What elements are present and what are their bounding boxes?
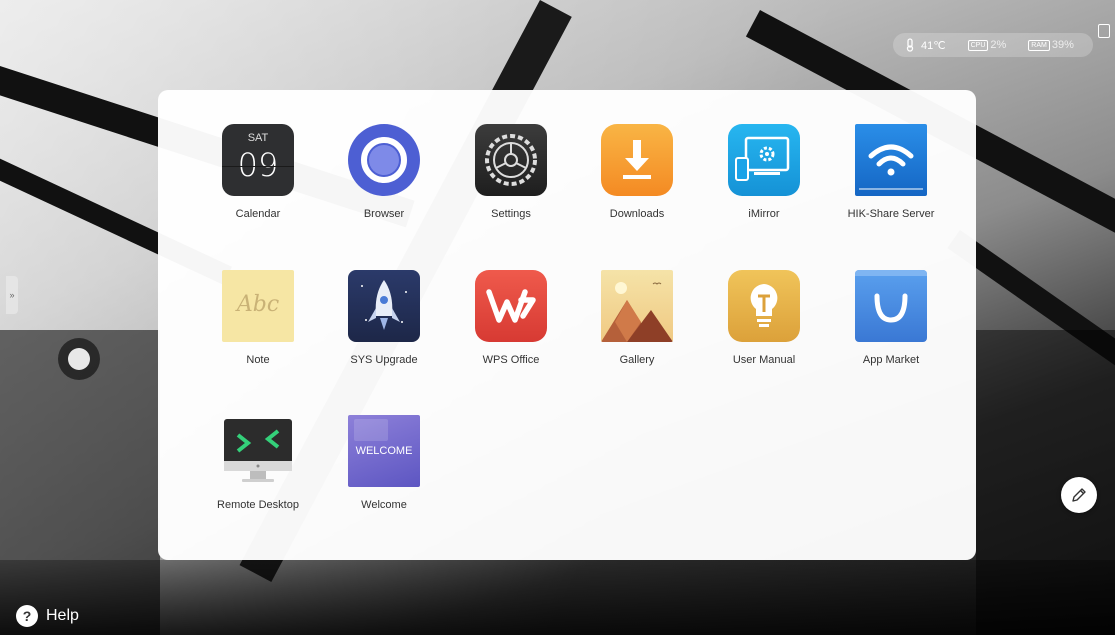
app-label: HIK-Share Server bbox=[847, 208, 935, 220]
app-browser[interactable]: Browser bbox=[321, 124, 447, 220]
lightbulb-icon bbox=[728, 270, 800, 342]
temperature-readout: 41℃ bbox=[905, 38, 946, 52]
thermometer-icon bbox=[906, 38, 914, 52]
app-imirror[interactable]: iMirror bbox=[701, 124, 827, 220]
app-welcome[interactable]: WELCOME Welcome bbox=[321, 415, 447, 511]
gear-icon bbox=[475, 124, 547, 196]
gallery-icon bbox=[601, 270, 673, 342]
double-chevron-icon: » bbox=[9, 290, 15, 300]
app-drawer: SAT 09 Calendar Browser Settings Downloa… bbox=[158, 90, 976, 560]
app-label: Settings bbox=[491, 208, 531, 220]
download-icon bbox=[601, 124, 673, 196]
calendar-icon: SAT 09 bbox=[222, 124, 294, 196]
floating-ball-icon bbox=[68, 348, 90, 370]
app-downloads[interactable]: Downloads bbox=[574, 124, 700, 220]
system-status-bar: 41℃ CPU 2% RAM 39% bbox=[893, 33, 1093, 57]
help-icon: ? bbox=[16, 605, 38, 627]
shopping-bag-icon bbox=[855, 270, 927, 342]
memory-value: 39% bbox=[1051, 39, 1074, 51]
calendar-day: SAT bbox=[247, 132, 269, 144]
app-gallery[interactable]: Gallery bbox=[574, 270, 700, 366]
cpu-icon: CPU bbox=[967, 39, 989, 51]
app-label: Note bbox=[246, 354, 270, 366]
welcome-text: WELCOME bbox=[355, 445, 413, 457]
temperature-value: 41℃ bbox=[921, 39, 946, 52]
annotation-pen-button[interactable] bbox=[1061, 477, 1097, 513]
app-label: Gallery bbox=[619, 354, 655, 366]
wifi-share-icon bbox=[855, 124, 927, 196]
app-label: Remote Desktop bbox=[217, 499, 299, 511]
app-market[interactable]: App Market bbox=[828, 270, 954, 366]
help-button[interactable]: ? Help bbox=[16, 605, 79, 627]
app-hik-share-server[interactable]: HIK-Share Server bbox=[828, 124, 954, 220]
floating-menu-button[interactable] bbox=[58, 338, 100, 380]
app-label: Welcome bbox=[361, 499, 407, 511]
app-label: iMirror bbox=[748, 208, 780, 220]
app-label: Calendar bbox=[235, 208, 281, 220]
app-user-manual[interactable]: User Manual bbox=[701, 270, 827, 366]
browser-icon bbox=[348, 124, 420, 196]
help-label: Help bbox=[46, 607, 79, 624]
app-calendar[interactable]: SAT 09 Calendar bbox=[195, 124, 321, 220]
wps-icon bbox=[475, 270, 547, 342]
pen-icon bbox=[1072, 488, 1086, 502]
app-wps-office[interactable]: WPS Office bbox=[448, 270, 574, 366]
window-icon[interactable] bbox=[1098, 24, 1110, 38]
monitor-icon bbox=[222, 415, 294, 487]
app-note[interactable]: Abc Note bbox=[195, 270, 321, 366]
note-text: Abc bbox=[236, 292, 280, 317]
app-label: Downloads bbox=[609, 208, 665, 220]
calendar-date: 09 bbox=[237, 146, 279, 184]
app-label: WPS Office bbox=[482, 354, 540, 366]
app-label: User Manual bbox=[732, 354, 796, 366]
app-label: SYS Upgrade bbox=[350, 354, 418, 366]
cpu-readout: CPU 2% bbox=[967, 39, 1007, 51]
memory-readout: RAM 39% bbox=[1028, 39, 1074, 51]
welcome-icon: WELCOME bbox=[348, 415, 420, 487]
screen-mirror-icon bbox=[728, 124, 800, 196]
side-expand-tab[interactable]: » bbox=[6, 276, 18, 314]
memory-icon: RAM bbox=[1028, 39, 1050, 51]
app-sys-upgrade[interactable]: SYS Upgrade bbox=[321, 270, 447, 366]
app-settings[interactable]: Settings bbox=[448, 124, 574, 220]
app-remote-desktop[interactable]: Remote Desktop bbox=[195, 415, 321, 511]
cpu-value: 2% bbox=[990, 39, 1007, 51]
rocket-icon bbox=[348, 270, 420, 342]
note-icon: Abc bbox=[222, 270, 294, 342]
app-label: Browser bbox=[363, 208, 405, 220]
app-label: App Market bbox=[862, 354, 920, 366]
